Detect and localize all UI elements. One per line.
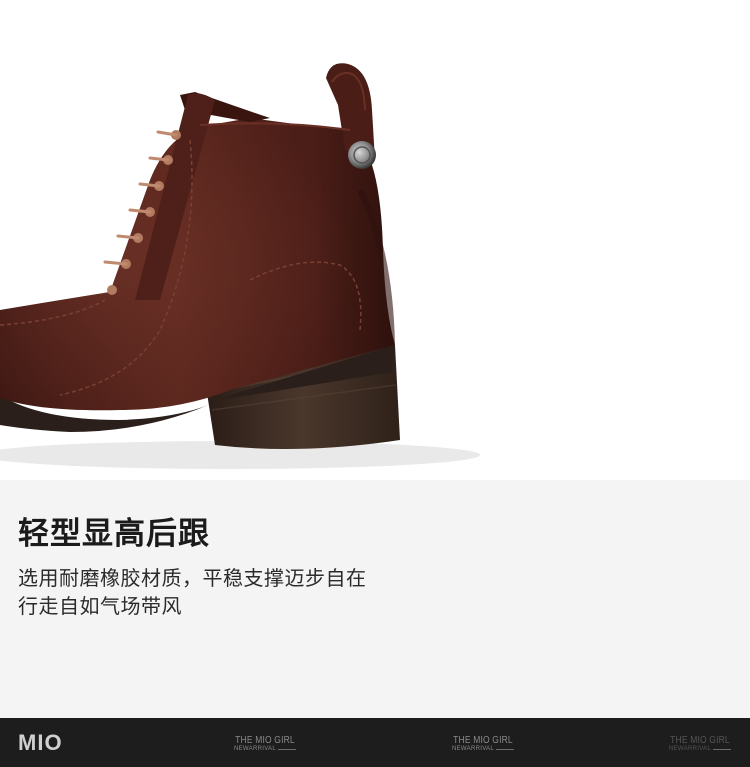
description-line-1: 选用耐磨橡胶材质，平稳支撑迈步自在 [18,566,367,590]
feature-title: 轻型显高后跟 [18,516,210,552]
footer-tag-title: THE MIO GIRL [670,735,730,746]
ankle-boot-illustration [0,63,480,469]
footer-tag-title: THE MIO GIRL [235,735,295,746]
divider [496,749,514,750]
footer-tag-title: THE MIO GIRL [453,735,513,746]
footer-tag-subtitle: NEWARRIVAL [668,746,711,752]
divider [278,749,296,750]
footer-tag-2: THE MIO GIRL NEWARRIVAL [443,735,523,753]
footer-tag-3: THE MIO GIRL NEWARRIVAL [660,735,740,753]
footer-tag-subtitle: NEWARRIVAL [451,746,494,752]
feature-section: 轻型显高后跟 选用耐磨橡胶材质，平稳支撑迈步自在 行走自如气场带风 [0,480,750,718]
feature-description: 选用耐磨橡胶材质，平稳支撑迈步自在 行走自如气场带风 [18,564,367,620]
rivet-icon [348,141,376,169]
footer-tag-subtitle: NEWARRIVAL [233,746,276,752]
divider [713,749,731,750]
product-photo [0,0,750,480]
brand-footer: MIO THE MIO GIRL NEWARRIVAL THE MIO GIRL… [0,718,750,767]
description-line-2: 行走自如气场带风 [18,594,182,618]
footer-tag-1: THE MIO GIRL NEWARRIVAL [225,735,305,753]
brand-logo: MIO [18,730,63,755]
